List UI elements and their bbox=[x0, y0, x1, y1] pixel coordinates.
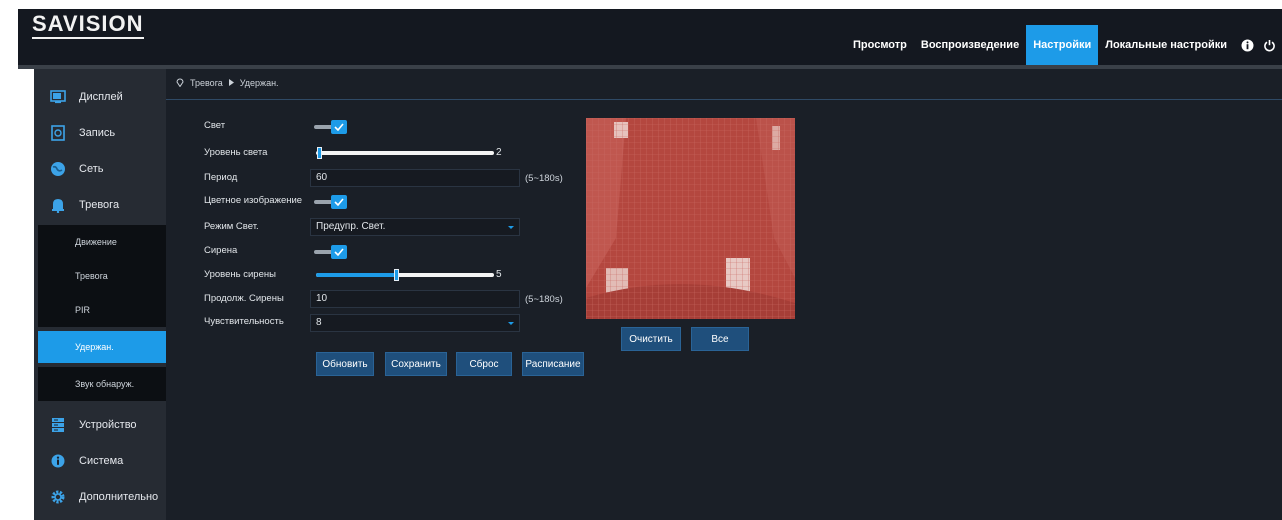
sidebar-item-label: Система bbox=[79, 455, 124, 467]
check-icon bbox=[331, 245, 347, 259]
period-label: Период bbox=[204, 172, 238, 183]
sidebar-item-label: Тревога bbox=[79, 199, 120, 211]
sidebar-item-alarm[interactable]: Тревога bbox=[34, 187, 166, 223]
sidebar-item-display[interactable]: Дисплей bbox=[34, 79, 166, 115]
gear-icon bbox=[49, 488, 67, 506]
refresh-button[interactable]: Обновить bbox=[316, 352, 374, 376]
sensitivity-label: Чувствительность bbox=[204, 316, 284, 327]
select-all-grid-button[interactable]: Все bbox=[691, 327, 749, 351]
brand-logo-text: SAVISION bbox=[32, 11, 144, 36]
siren-level-slider[interactable]: 5 bbox=[316, 268, 506, 282]
light-level-value: 2 bbox=[496, 147, 502, 158]
breadcrumb-parent[interactable]: Тревога bbox=[190, 78, 223, 88]
nav-settings[interactable]: Настройки bbox=[1026, 25, 1099, 65]
clear-grid-button[interactable]: Очистить bbox=[621, 327, 681, 351]
light-level-slider[interactable]: 2 bbox=[316, 146, 506, 160]
chevron-right-icon bbox=[228, 78, 234, 88]
main-panel: Тревога Удержан. Свет Уровень света 2 Пе… bbox=[166, 69, 1282, 520]
sidebar-subitem-alarm[interactable]: Тревога bbox=[38, 259, 166, 293]
breadcrumb-current: Удержан. bbox=[239, 78, 279, 88]
camera-preview-grid[interactable] bbox=[586, 118, 795, 319]
info-icon[interactable] bbox=[1238, 25, 1256, 65]
sidebar-subitem-deterrence[interactable]: Удержан. bbox=[38, 331, 166, 363]
light-mode-selected-value: Предупр. Свет. bbox=[316, 221, 386, 232]
sidebar-item-device[interactable]: Устройство bbox=[34, 407, 166, 443]
sidebar-item-record[interactable]: Запись bbox=[34, 115, 166, 151]
siren-label: Сирена bbox=[204, 245, 238, 256]
sidebar-item-label: Устройство bbox=[79, 419, 137, 431]
top-nav: Просмотр Воспроизведение Настройки Локал… bbox=[846, 25, 1282, 65]
nav-local-settings[interactable]: Локальные настройки bbox=[1098, 25, 1234, 65]
period-hint: (5~180s) bbox=[525, 173, 563, 184]
breadcrumb-divider bbox=[166, 99, 1282, 100]
light-mode-label: Режим Свет. bbox=[204, 221, 259, 232]
light-level-slider-thumb[interactable] bbox=[317, 147, 322, 159]
siren-duration-hint: (5~180s) bbox=[525, 294, 563, 305]
display-icon bbox=[49, 88, 67, 106]
app-window: SAVISION Просмотр Воспроизведение Настро… bbox=[0, 0, 1282, 520]
color-image-label: Цветное изображение bbox=[204, 195, 303, 206]
siren-level-slider-thumb[interactable] bbox=[394, 269, 399, 281]
check-icon bbox=[331, 195, 347, 209]
sidebar-subitem-motion[interactable]: Движение bbox=[38, 225, 166, 259]
sidebar-item-label: Дисплей bbox=[79, 91, 123, 103]
alarm-icon bbox=[49, 196, 67, 214]
system-info-icon bbox=[49, 452, 67, 470]
device-icon bbox=[49, 416, 67, 434]
sidebar-item-label: Дополнительно bbox=[79, 491, 159, 503]
power-icon[interactable] bbox=[1260, 25, 1278, 65]
chevron-down-icon bbox=[508, 226, 514, 229]
sidebar-item-advanced[interactable]: Дополнительно bbox=[34, 479, 166, 515]
sidebar-item-label: Сеть bbox=[79, 163, 104, 175]
chevron-down-icon bbox=[508, 322, 514, 325]
light-level-label: Уровень света bbox=[204, 147, 268, 158]
sidebar-item-network[interactable]: Сеть bbox=[34, 151, 166, 187]
record-icon bbox=[49, 124, 67, 142]
sidebar-subitem-sound-detection[interactable]: Звук обнаруж. bbox=[38, 367, 166, 401]
sensitivity-selected-value: 8 bbox=[316, 317, 322, 328]
siren-level-label: Уровень сирены bbox=[204, 269, 276, 280]
siren-toggle[interactable] bbox=[314, 245, 354, 259]
nav-playback[interactable]: Воспроизведение bbox=[914, 25, 1026, 65]
check-icon bbox=[331, 120, 347, 134]
light-mode-select[interactable]: Предупр. Свет. bbox=[310, 218, 520, 236]
period-input[interactable]: 60 bbox=[310, 169, 520, 187]
reset-button[interactable]: Сброс bbox=[456, 352, 512, 376]
color-image-toggle[interactable] bbox=[314, 195, 354, 209]
siren-duration-label: Продолж. Сирены bbox=[204, 293, 284, 304]
top-header: SAVISION Просмотр Воспроизведение Настро… bbox=[18, 9, 1282, 65]
light-label: Свет bbox=[204, 120, 226, 131]
breadcrumb: Тревога Удержан. bbox=[176, 77, 279, 89]
siren-duration-input[interactable]: 10 bbox=[310, 290, 520, 308]
network-icon bbox=[49, 160, 67, 178]
save-button[interactable]: Сохранить bbox=[385, 352, 447, 376]
nav-live-view[interactable]: Просмотр bbox=[846, 25, 914, 65]
location-pin-icon bbox=[176, 77, 184, 89]
sidebar-item-system[interactable]: Система bbox=[34, 443, 166, 479]
light-toggle[interactable] bbox=[314, 120, 354, 134]
sensitivity-select[interactable]: 8 bbox=[310, 314, 520, 332]
schedule-button[interactable]: Расписание bbox=[522, 352, 584, 376]
sidebar-item-label: Запись bbox=[79, 127, 116, 139]
brand-logo: SAVISION bbox=[32, 11, 144, 39]
sidebar-subitem-pir[interactable]: PIR bbox=[38, 293, 166, 327]
siren-level-value: 5 bbox=[496, 269, 502, 280]
sidebar: Дисплей Запись Сеть Тревога Движение Тре… bbox=[34, 69, 166, 520]
